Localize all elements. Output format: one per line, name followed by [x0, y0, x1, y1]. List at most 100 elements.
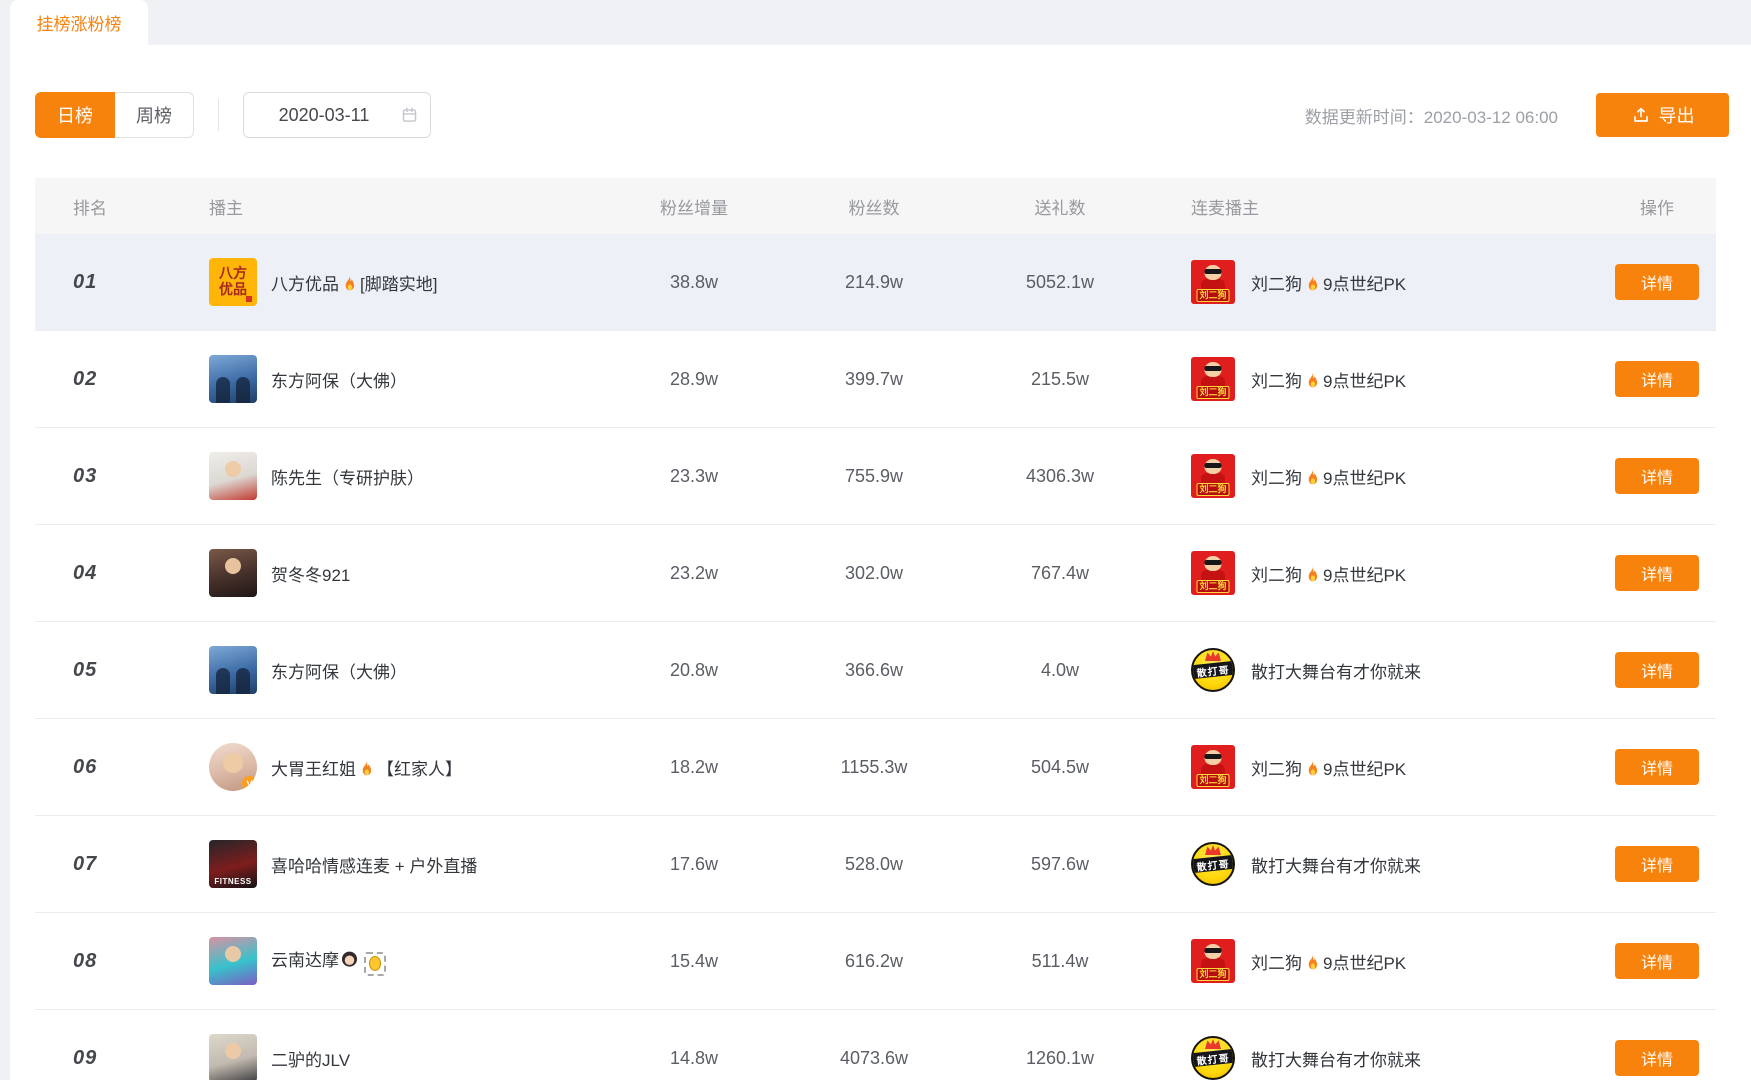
- cohost-name: 散打大舞台有才你就来: [1251, 852, 1421, 877]
- rank-cell: 01: [35, 271, 209, 294]
- detail-button[interactable]: 详情: [1615, 846, 1699, 882]
- gift-count-value: 504.5w: [929, 757, 1191, 778]
- rank-cell: 03: [35, 465, 209, 488]
- cohost-avatar: 刘二狗: [1191, 454, 1235, 498]
- fan-gain-value: 23.2w: [569, 563, 819, 584]
- detail-button[interactable]: 详情: [1615, 361, 1699, 397]
- table-row: 02 东方阿保（大佛） 28.9w 399.7w 215.5w 刘二狗 刘二狗9…: [35, 331, 1716, 428]
- export-icon: [1632, 106, 1650, 124]
- streamer-name: 东方阿保（大佛）: [271, 658, 407, 683]
- fan-count-value: 4073.6w: [819, 1048, 929, 1069]
- table-body: 01 八方优品 八方优品[脚踏实地] 38.8w 214.9w 5052.1w …: [35, 234, 1716, 1080]
- action-cell: 详情: [1598, 264, 1716, 300]
- table-row: 07 FITNESS 喜哈哈情感连麦 + 户外直播 17.6w 528.0w 5…: [35, 816, 1716, 913]
- woman-emoji: [340, 950, 359, 969]
- rank-number: 05: [73, 659, 97, 681]
- detail-button[interactable]: 详情: [1615, 458, 1699, 494]
- calendar-icon[interactable]: [401, 107, 418, 124]
- cohost-cell: 刘二狗 刘二狗9点世纪PK: [1191, 357, 1598, 401]
- cohost-cell: 散打哥 散打大舞台有才你就来: [1191, 842, 1598, 886]
- fire-emoji: [1303, 759, 1322, 778]
- fan-gain-value: 14.8w: [569, 1048, 819, 1069]
- fire-emoji: [1303, 274, 1322, 293]
- fan-gain-value: 15.4w: [569, 951, 819, 972]
- streamer-cell: 八方优品 八方优品[脚踏实地]: [209, 258, 569, 306]
- streamer-cell: 云南达摩: [209, 937, 569, 985]
- table-header: 排名 播主 粉丝增量 粉丝数 送礼数 连麦播主 操作: [35, 178, 1716, 234]
- cohost-avatar: 刘二狗: [1191, 939, 1235, 983]
- table-row: 03 陈先生（专研护肤） 23.3w 755.9w 4306.3w 刘二狗 刘二…: [35, 428, 1716, 525]
- fan-count-value: 1155.3w: [819, 757, 929, 778]
- header-rank: 排名: [35, 194, 209, 219]
- detail-button[interactable]: 详情: [1615, 652, 1699, 688]
- gift-count-value: 215.5w: [929, 369, 1191, 390]
- cohost-name: 刘二狗9点世纪PK: [1251, 464, 1406, 489]
- rank-number: 08: [73, 950, 97, 972]
- rank-cell: 02: [35, 368, 209, 391]
- fan-gain-value: 17.6w: [569, 854, 819, 875]
- fan-count-value: 755.9w: [819, 466, 929, 487]
- action-cell: 详情: [1598, 361, 1716, 397]
- rank-number: 03: [73, 465, 97, 487]
- header-gift-count: 送礼数: [929, 194, 1191, 219]
- action-cell: 详情: [1598, 1040, 1716, 1076]
- content-card: 日榜 周榜 数据更新时间：2020-03-12 06:00: [10, 45, 1751, 1080]
- export-button[interactable]: 导出: [1596, 93, 1729, 137]
- broken-emoji-placeholder: [364, 952, 386, 976]
- cohost-cell: 刘二狗 刘二狗9点世纪PK: [1191, 260, 1598, 304]
- action-cell: 详情: [1598, 943, 1716, 979]
- fire-emoji: [357, 759, 376, 778]
- cohost-name: 刘二狗9点世纪PK: [1251, 561, 1406, 586]
- detail-button[interactable]: 详情: [1615, 749, 1699, 785]
- streamer-name: 陈先生（专研护肤）: [271, 464, 424, 489]
- streamer-name: 二驴的JLV: [271, 1046, 350, 1071]
- detail-button[interactable]: 详情: [1615, 555, 1699, 591]
- table-row: 04 贺冬冬921 23.2w 302.0w 767.4w 刘二狗 刘二狗9点世…: [35, 525, 1716, 622]
- cohost-name: 散打大舞台有才你就来: [1251, 1046, 1421, 1071]
- fan-count-value: 214.9w: [819, 272, 929, 293]
- fan-gain-value: 38.8w: [569, 272, 819, 293]
- streamer-cell: 二驴的JLV: [209, 1034, 569, 1080]
- cohost-name: 刘二狗9点世纪PK: [1251, 949, 1406, 974]
- action-cell: 详情: [1598, 749, 1716, 785]
- daily-rank-button[interactable]: 日榜: [35, 92, 115, 138]
- toolbar-divider: [218, 99, 219, 131]
- tab-title: 挂榜涨粉榜: [37, 10, 122, 35]
- toolbar: 日榜 周榜 数据更新时间：2020-03-12 06:00: [35, 92, 1729, 138]
- tab-fan-growth-ranking[interactable]: 挂榜涨粉榜: [10, 0, 148, 45]
- date-picker[interactable]: [243, 92, 431, 138]
- data-update-time: 数据更新时间：2020-03-12 06:00: [1305, 103, 1558, 128]
- action-cell: 详情: [1598, 555, 1716, 591]
- cohost-name: 刘二狗9点世纪PK: [1251, 367, 1406, 392]
- cohost-avatar: 刘二狗: [1191, 357, 1235, 401]
- streamer-name: 云南达摩: [271, 946, 386, 976]
- rank-cell: 07: [35, 853, 209, 876]
- fire-emoji: [340, 274, 359, 293]
- streamer-avatar: V: [209, 743, 257, 791]
- streamer-cell: FITNESS 喜哈哈情感连麦 + 户外直播: [209, 840, 569, 888]
- streamer-name: 贺冬冬921: [271, 561, 350, 586]
- rank-number: 09: [73, 1047, 97, 1069]
- rank-number: 01: [73, 271, 97, 293]
- streamer-avatar: 八方优品: [209, 258, 257, 306]
- fan-count-value: 616.2w: [819, 951, 929, 972]
- cohost-cell: 刘二狗 刘二狗9点世纪PK: [1191, 551, 1598, 595]
- weekly-rank-button[interactable]: 周榜: [115, 92, 194, 138]
- detail-button[interactable]: 详情: [1615, 1040, 1699, 1076]
- fire-emoji: [1303, 565, 1322, 584]
- streamer-name: 大胃王红姐【红家人】: [271, 755, 462, 780]
- cohost-cell: 刘二狗 刘二狗9点世纪PK: [1191, 745, 1598, 789]
- rank-number: 04: [73, 562, 97, 584]
- detail-button[interactable]: 详情: [1615, 943, 1699, 979]
- ranking-table: 排名 播主 粉丝增量 粉丝数 送礼数 连麦播主 操作 01 八方优品 八方优品[…: [35, 178, 1716, 1080]
- action-cell: 详情: [1598, 458, 1716, 494]
- fan-count-value: 528.0w: [819, 854, 929, 875]
- cohost-cell: 刘二狗 刘二狗9点世纪PK: [1191, 454, 1598, 498]
- streamer-avatar: [209, 549, 257, 597]
- cohost-avatar: 刘二狗: [1191, 260, 1235, 304]
- streamer-name: 喜哈哈情感连麦 + 户外直播: [271, 852, 477, 877]
- streamer-avatar: [209, 355, 257, 403]
- rank-cell: 04: [35, 562, 209, 585]
- fan-gain-value: 23.3w: [569, 466, 819, 487]
- detail-button[interactable]: 详情: [1615, 264, 1699, 300]
